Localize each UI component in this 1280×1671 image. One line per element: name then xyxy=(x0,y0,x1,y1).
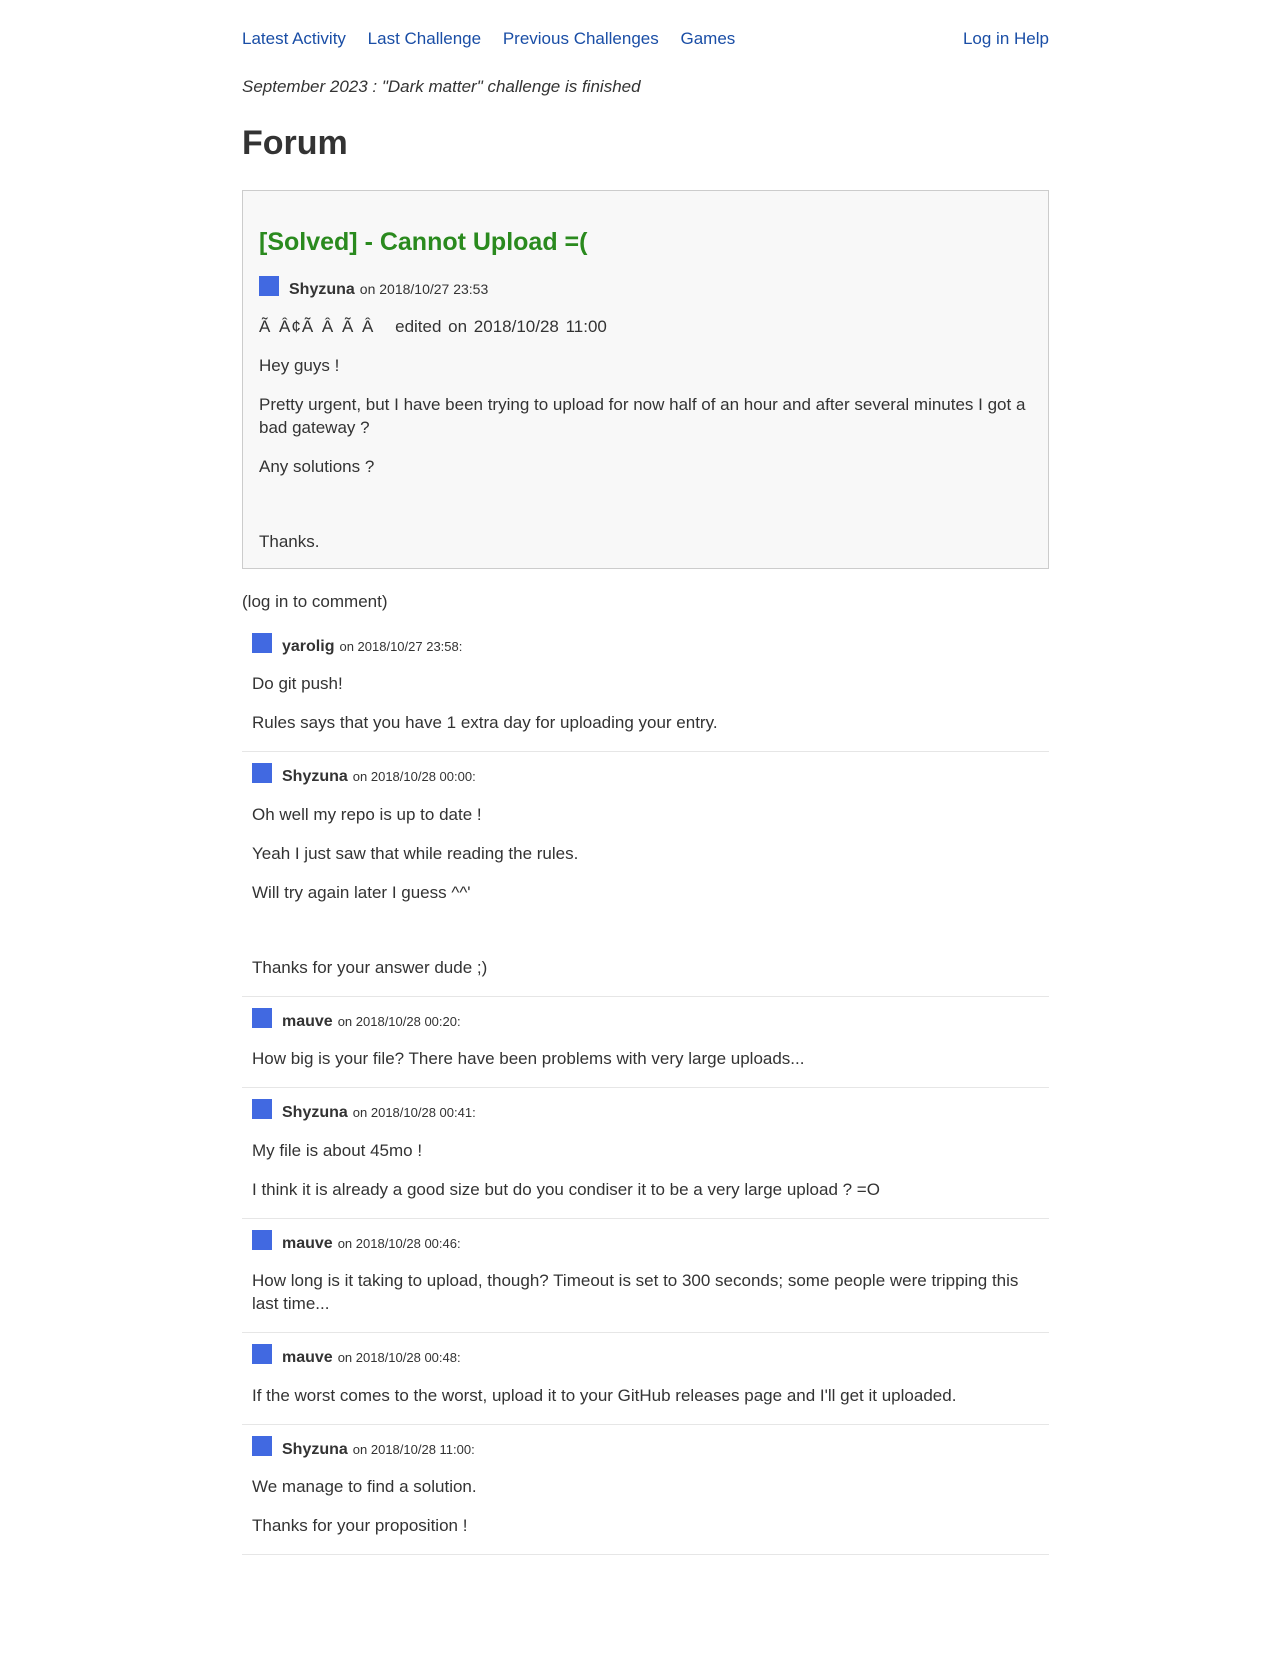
avatar xyxy=(252,1099,272,1120)
comment-author: mauve xyxy=(282,1012,333,1030)
comment-paragraph: How big is your file? There have been pr… xyxy=(252,1049,805,1069)
login-to-comment-note[interactable]: (log in to comment) xyxy=(242,591,1049,614)
page: Latest Activity Last Challenge Previous … xyxy=(242,0,1049,1556)
thread-timestamp: on 2018/10/27 23:53 xyxy=(359,281,489,298)
comment-timestamp: on 2018/10/28 00:00: xyxy=(352,769,476,785)
comment-paragraph: Rules says that you have 1 extra day for… xyxy=(252,713,718,733)
edited-line: Ã Â¢Ã Â Ã Â edited on 2018/10/28 11:00 xyxy=(259,316,1032,339)
avatar xyxy=(252,763,272,784)
post-paragraph: Any solutions ? xyxy=(259,457,375,477)
comment-author-line: mauve on 2018/10/28 00:20: xyxy=(252,1007,1039,1033)
main-nav: Latest Activity Last Challenge Previous … xyxy=(242,28,1049,51)
top-navigation: Latest Activity Last Challenge Previous … xyxy=(242,28,1049,54)
nav-games-link[interactable]: Games xyxy=(680,29,735,48)
comment: mauve on 2018/10/28 00:46: How long is i… xyxy=(242,1219,1049,1334)
comment: Shyzuna on 2018/10/28 00:00: Oh well my … xyxy=(242,752,1049,997)
avatar xyxy=(252,632,272,653)
comment-paragraph: My file is about 45mo ! xyxy=(252,1140,423,1160)
thread-author-line: Shyzuna on 2018/10/27 23:53 xyxy=(259,275,1032,301)
comment-paragraph: Thanks for your answer dude ;) xyxy=(252,957,488,977)
comment-paragraph: We manage to find a solution. xyxy=(252,1477,477,1497)
avatar xyxy=(252,1343,272,1364)
comment-list: yarolig on 2018/10/27 23:58: Do git push… xyxy=(242,632,1049,1556)
comment-author: Shyzuna xyxy=(282,1440,348,1458)
edited-timestamp: edited on 2018/10/28 11:00 xyxy=(395,317,607,337)
thread-author: Shyzuna xyxy=(289,280,355,298)
comment-author: mauve xyxy=(282,1234,333,1252)
avatar xyxy=(259,275,279,296)
comment-author-line: mauve on 2018/10/28 00:48: xyxy=(252,1343,1039,1369)
thread-title: [Solved] - Cannot Upload =( xyxy=(259,227,588,256)
avatar xyxy=(252,1229,272,1250)
nav-previous-challenges-link[interactable]: Previous Challenges xyxy=(503,29,659,48)
comment-author-line: mauve on 2018/10/28 00:46: xyxy=(252,1229,1039,1255)
comment-paragraph: I think it is already a good size but do… xyxy=(252,1179,880,1199)
comment-paragraph: Oh well my repo is up to date ! xyxy=(252,804,482,824)
comment-author-line: Shyzuna on 2018/10/28 11:00: xyxy=(252,1435,1039,1461)
comment-paragraph: Will try again later I guess ^^' xyxy=(252,882,471,902)
comment-timestamp: on 2018/10/28 00:20: xyxy=(337,1013,461,1029)
avatar xyxy=(252,1007,272,1028)
nav-last-challenge-link[interactable]: Last Challenge xyxy=(368,29,481,48)
comment: mauve on 2018/10/28 00:48: If the worst … xyxy=(242,1333,1049,1425)
comment-author: Shyzuna xyxy=(282,768,348,786)
comment-paragraph: Thanks for your proposition ! xyxy=(252,1516,468,1536)
thread-post: [Solved] - Cannot Upload =( Shyzuna on 2… xyxy=(242,189,1049,569)
avatar xyxy=(252,1435,272,1456)
comment-author-line: yarolig on 2018/10/27 23:58: xyxy=(252,632,1039,658)
comment-paragraph: If the worst comes to the worst, upload … xyxy=(252,1385,957,1405)
comment-timestamp: on 2018/10/28 00:46: xyxy=(337,1235,461,1251)
help-link[interactable]: Help xyxy=(1014,29,1049,48)
nav-latest-activity-link[interactable]: Latest Activity xyxy=(242,29,346,48)
comment: Shyzuna on 2018/10/28 00:41: My file is … xyxy=(242,1088,1049,1219)
page-title: Forum xyxy=(242,123,348,162)
post-paragraph: Hey guys ! xyxy=(259,356,340,376)
post-paragraph: Thanks. xyxy=(259,532,320,552)
comment-timestamp: on 2018/10/28 00:48: xyxy=(337,1350,461,1366)
comment-author: Shyzuna xyxy=(282,1104,348,1122)
comment: Shyzuna on 2018/10/28 11:00: We manage t… xyxy=(242,1425,1049,1556)
comment-paragraph: How long is it taking to upload, though?… xyxy=(252,1271,1019,1314)
comment-timestamp: on 2018/10/28 11:00: xyxy=(352,1441,475,1457)
comment-paragraph: Do git push! xyxy=(252,674,343,694)
comment-author: yarolig xyxy=(282,637,335,655)
announcement: September 2023 : "Dark matter" challenge… xyxy=(242,77,641,96)
comment-timestamp: on 2018/10/28 00:41: xyxy=(352,1105,476,1121)
comment-author: mauve xyxy=(282,1349,333,1367)
comment: yarolig on 2018/10/27 23:58: Do git push… xyxy=(242,632,1049,753)
comment-author-line: Shyzuna on 2018/10/28 00:41: xyxy=(252,1099,1039,1124)
post-paragraph: Pretty urgent, but I have been trying to… xyxy=(259,395,1026,438)
comment-timestamp: on 2018/10/27 23:58: xyxy=(339,638,463,654)
garbled-text: Ã Â¢Ã Â Ã Â xyxy=(259,317,375,337)
account-nav: Log in Help xyxy=(963,28,1049,51)
comment-author-line: Shyzuna on 2018/10/28 00:00: xyxy=(252,763,1039,788)
comment: mauve on 2018/10/28 00:20: How big is yo… xyxy=(242,997,1049,1089)
log-in-link[interactable]: Log in xyxy=(963,29,1009,48)
comment-paragraph: Yeah I just saw that while reading the r… xyxy=(252,843,579,863)
